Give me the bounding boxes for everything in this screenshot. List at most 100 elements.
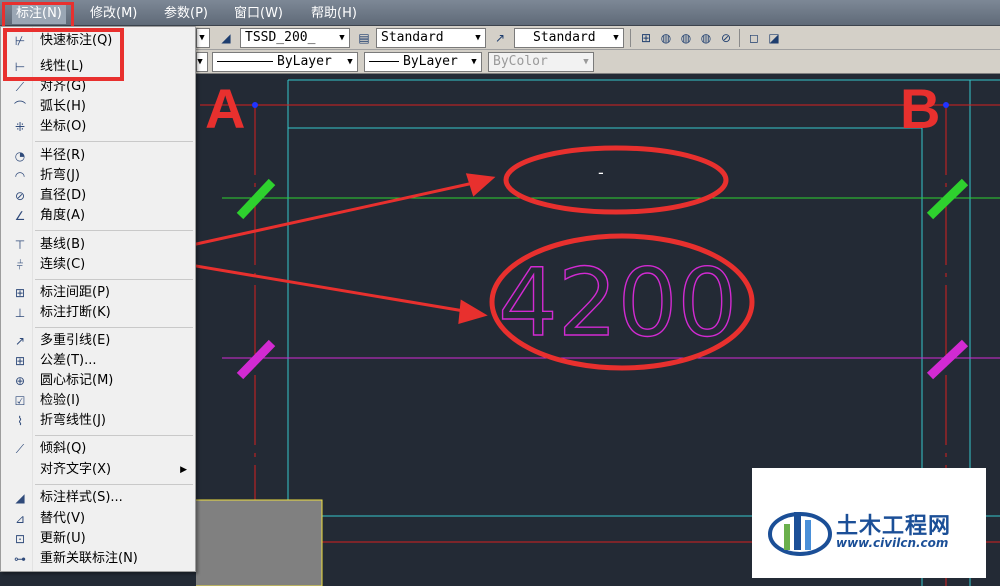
menu-item-radius[interactable]: ◔ 半径(R) <box>1 146 195 166</box>
menu-item-override[interactable]: ⊿ 替代(V) <box>1 509 195 529</box>
menu-item-label: 更新(U) <box>40 531 86 546</box>
menu-bar: 标注(N) 修改(M) 参数(P) 窗口(W) 帮助(H) <box>0 0 1000 26</box>
menu-item-align-text[interactable]: 对齐文字(X) ▶ <box>1 460 195 480</box>
multileader-style-icon[interactable]: ↗ <box>490 28 510 48</box>
sphere-add-icon[interactable]: ◍ <box>676 28 696 48</box>
color-combo-partial[interactable]: ▼ <box>196 52 208 72</box>
inspection-icon: ☑ <box>14 394 26 408</box>
menu-item-label: 倾斜(Q) <box>40 441 87 456</box>
menubar-help[interactable]: 帮助(H) <box>307 4 361 24</box>
oblique-icon: ⟋ <box>15 442 25 456</box>
sphere-remove-icon[interactable]: ◍ <box>696 28 716 48</box>
menu-item-reassociate[interactable]: ⊶ 重新关联标注(N) <box>1 549 195 569</box>
dimension-menu: ⊬ 快速标注(Q) ⊢ 线性(L) ⟋ 对齐(G) ⌒ 弧长(H) ⁜ 坐标(O… <box>0 26 196 572</box>
override-icon: ⊿ <box>14 512 26 526</box>
jogged-linear-icon: ⌇ <box>17 414 23 428</box>
menu-item-ordinate[interactable]: ⁜ 坐标(O) <box>1 117 195 137</box>
diameter-icon: ⊘ <box>14 189 26 203</box>
grip-point-a[interactable] <box>252 102 258 108</box>
dimension-style-combo[interactable]: TSSD_200_ ▼ <box>240 28 350 48</box>
dimension-text: 4200 <box>498 249 737 358</box>
lineweight-combo[interactable]: ByLayer ▼ <box>364 52 482 72</box>
menu-item-label: 基线(B) <box>40 237 86 252</box>
menu-item-label: 圆心标记(M) <box>40 373 114 388</box>
baseline-icon: ⊤ <box>14 238 26 252</box>
menu-item-label: 替代(V) <box>40 511 86 526</box>
menu-item-label: 标注样式(S)... <box>40 490 123 505</box>
menu-item-label: 折弯线性(J) <box>40 413 106 428</box>
menubar-window[interactable]: 窗口(W) <box>230 4 287 24</box>
arc-length-icon: ⌒ <box>13 100 26 114</box>
center-mark-icon: ⊕ <box>14 374 26 388</box>
dimension-text-small: - <box>598 163 604 182</box>
menu-item-jogged[interactable]: ◠ 折弯(J) <box>1 166 195 186</box>
multileader-icon: ↗ <box>14 334 26 348</box>
text-style-icon[interactable]: ▤ <box>354 28 374 48</box>
grip-point-b[interactable] <box>943 102 949 108</box>
menu-item-label: 标注间距(P) <box>40 285 110 300</box>
aligned-dimension-icon: ⟋ <box>15 80 25 94</box>
menu-item-label: 折弯(J) <box>40 168 80 183</box>
sphere-icon[interactable]: ◍ <box>656 28 676 48</box>
axis-label-a: A <box>205 77 245 140</box>
styles-toolbar: ▼ ◢ TSSD_200_ ▼ ▤ Standard ▼ ↗ Standard ▼ ⊞… <box>196 26 1000 50</box>
menu-item-multileader[interactable]: ↗ 多重引线(E) <box>1 331 195 351</box>
menu-item-dimension-space[interactable]: ⊞ 标注间距(P) <box>1 283 195 303</box>
axis-label-b: B <box>900 77 940 140</box>
menu-item-center-mark[interactable]: ⊕ 圆心标记(M) <box>1 371 195 391</box>
menu-item-oblique[interactable]: ⟋ 倾斜(Q) <box>1 439 195 459</box>
menu-item-tolerance[interactable]: ⊞ 公差(T)... <box>1 351 195 371</box>
menu-item-label: 弧长(H) <box>40 99 86 114</box>
dimension-break-icon: ⊥ <box>14 306 26 320</box>
text-style-combo[interactable]: Standard ▼ <box>376 28 486 48</box>
watermark-url: www.civilcn.com <box>836 536 949 550</box>
grey-block <box>196 499 323 586</box>
menu-item-label: 重新关联标注(N) <box>40 551 138 566</box>
update-icon: ⊡ <box>14 532 26 546</box>
plotstyle-value: ByColor <box>493 54 548 69</box>
view-icon[interactable]: ⊞ <box>636 28 656 48</box>
tolerance-icon: ⊞ <box>14 354 26 368</box>
partial-combo[interactable]: ▼ <box>196 28 210 48</box>
menu-item-label: 角度(A) <box>40 208 86 223</box>
table-style-combo[interactable]: Standard ▼ <box>514 28 624 48</box>
menu-item-label: 多重引线(E) <box>40 333 111 348</box>
plotstyle-combo: ByColor ▼ <box>488 52 594 72</box>
menu-item-label: 连续(C) <box>40 257 86 272</box>
menubar-parametric[interactable]: 参数(P) <box>160 4 212 24</box>
ordinate-icon: ⁜ <box>14 120 26 134</box>
menu-item-continue[interactable]: ⫩ 连续(C) <box>1 255 195 275</box>
menu-item-baseline[interactable]: ⊤ 基线(B) <box>1 235 195 255</box>
menu-item-dimension-style[interactable]: ◢ 标注样式(S)... <box>1 488 195 508</box>
menu-item-label: 直径(D) <box>40 188 87 203</box>
menu-item-arc-length[interactable]: ⌒ 弧长(H) <box>1 97 195 117</box>
radius-icon: ◔ <box>14 149 26 163</box>
properties-toolbar: ▼ ByLayer ▼ ByLayer ▼ ByColor ▼ <box>196 50 1000 74</box>
menu-item-angular[interactable]: ∠ 角度(A) <box>1 206 195 226</box>
submenu-arrow-icon: ▶ <box>180 465 187 475</box>
menu-item-diameter[interactable]: ⊘ 直径(D) <box>1 186 195 206</box>
menubar-modify[interactable]: 修改(M) <box>86 4 141 24</box>
cube-icon[interactable]: ◻ <box>744 28 764 48</box>
menu-item-label: 半径(R) <box>40 148 86 163</box>
jogged-icon: ◠ <box>14 169 26 183</box>
menu-item-jogged-linear[interactable]: ⌇ 折弯线性(J) <box>1 411 195 431</box>
civilcn-logo-icon <box>768 512 832 556</box>
angular-icon: ∠ <box>14 209 26 223</box>
continue-icon: ⫩ <box>16 258 24 272</box>
sphere-off-icon[interactable]: ⊘ <box>716 28 736 48</box>
linetype-value: ByLayer <box>277 54 332 69</box>
dimension-space-icon: ⊞ <box>14 286 26 300</box>
dimension-style-value: TSSD_200_ <box>245 30 316 45</box>
menu-item-inspection[interactable]: ☑ 检验(I) <box>1 391 195 411</box>
menu-item-update[interactable]: ⊡ 更新(U) <box>1 529 195 549</box>
linetype-combo[interactable]: ByLayer ▼ <box>212 52 358 72</box>
cube-close-icon[interactable]: ◪ <box>764 28 784 48</box>
reassociate-icon: ⊶ <box>14 552 26 566</box>
annotation-highlight-box <box>3 28 124 81</box>
menu-item-label: 检验(I) <box>40 393 80 408</box>
text-style-value: Standard <box>381 30 444 45</box>
watermark: 土木工程网 www.civilcn.com <box>752 468 986 578</box>
menu-item-dimension-break[interactable]: ⊥ 标注打断(K) <box>1 303 195 323</box>
dimension-style-icon[interactable]: ◢ <box>216 28 236 48</box>
